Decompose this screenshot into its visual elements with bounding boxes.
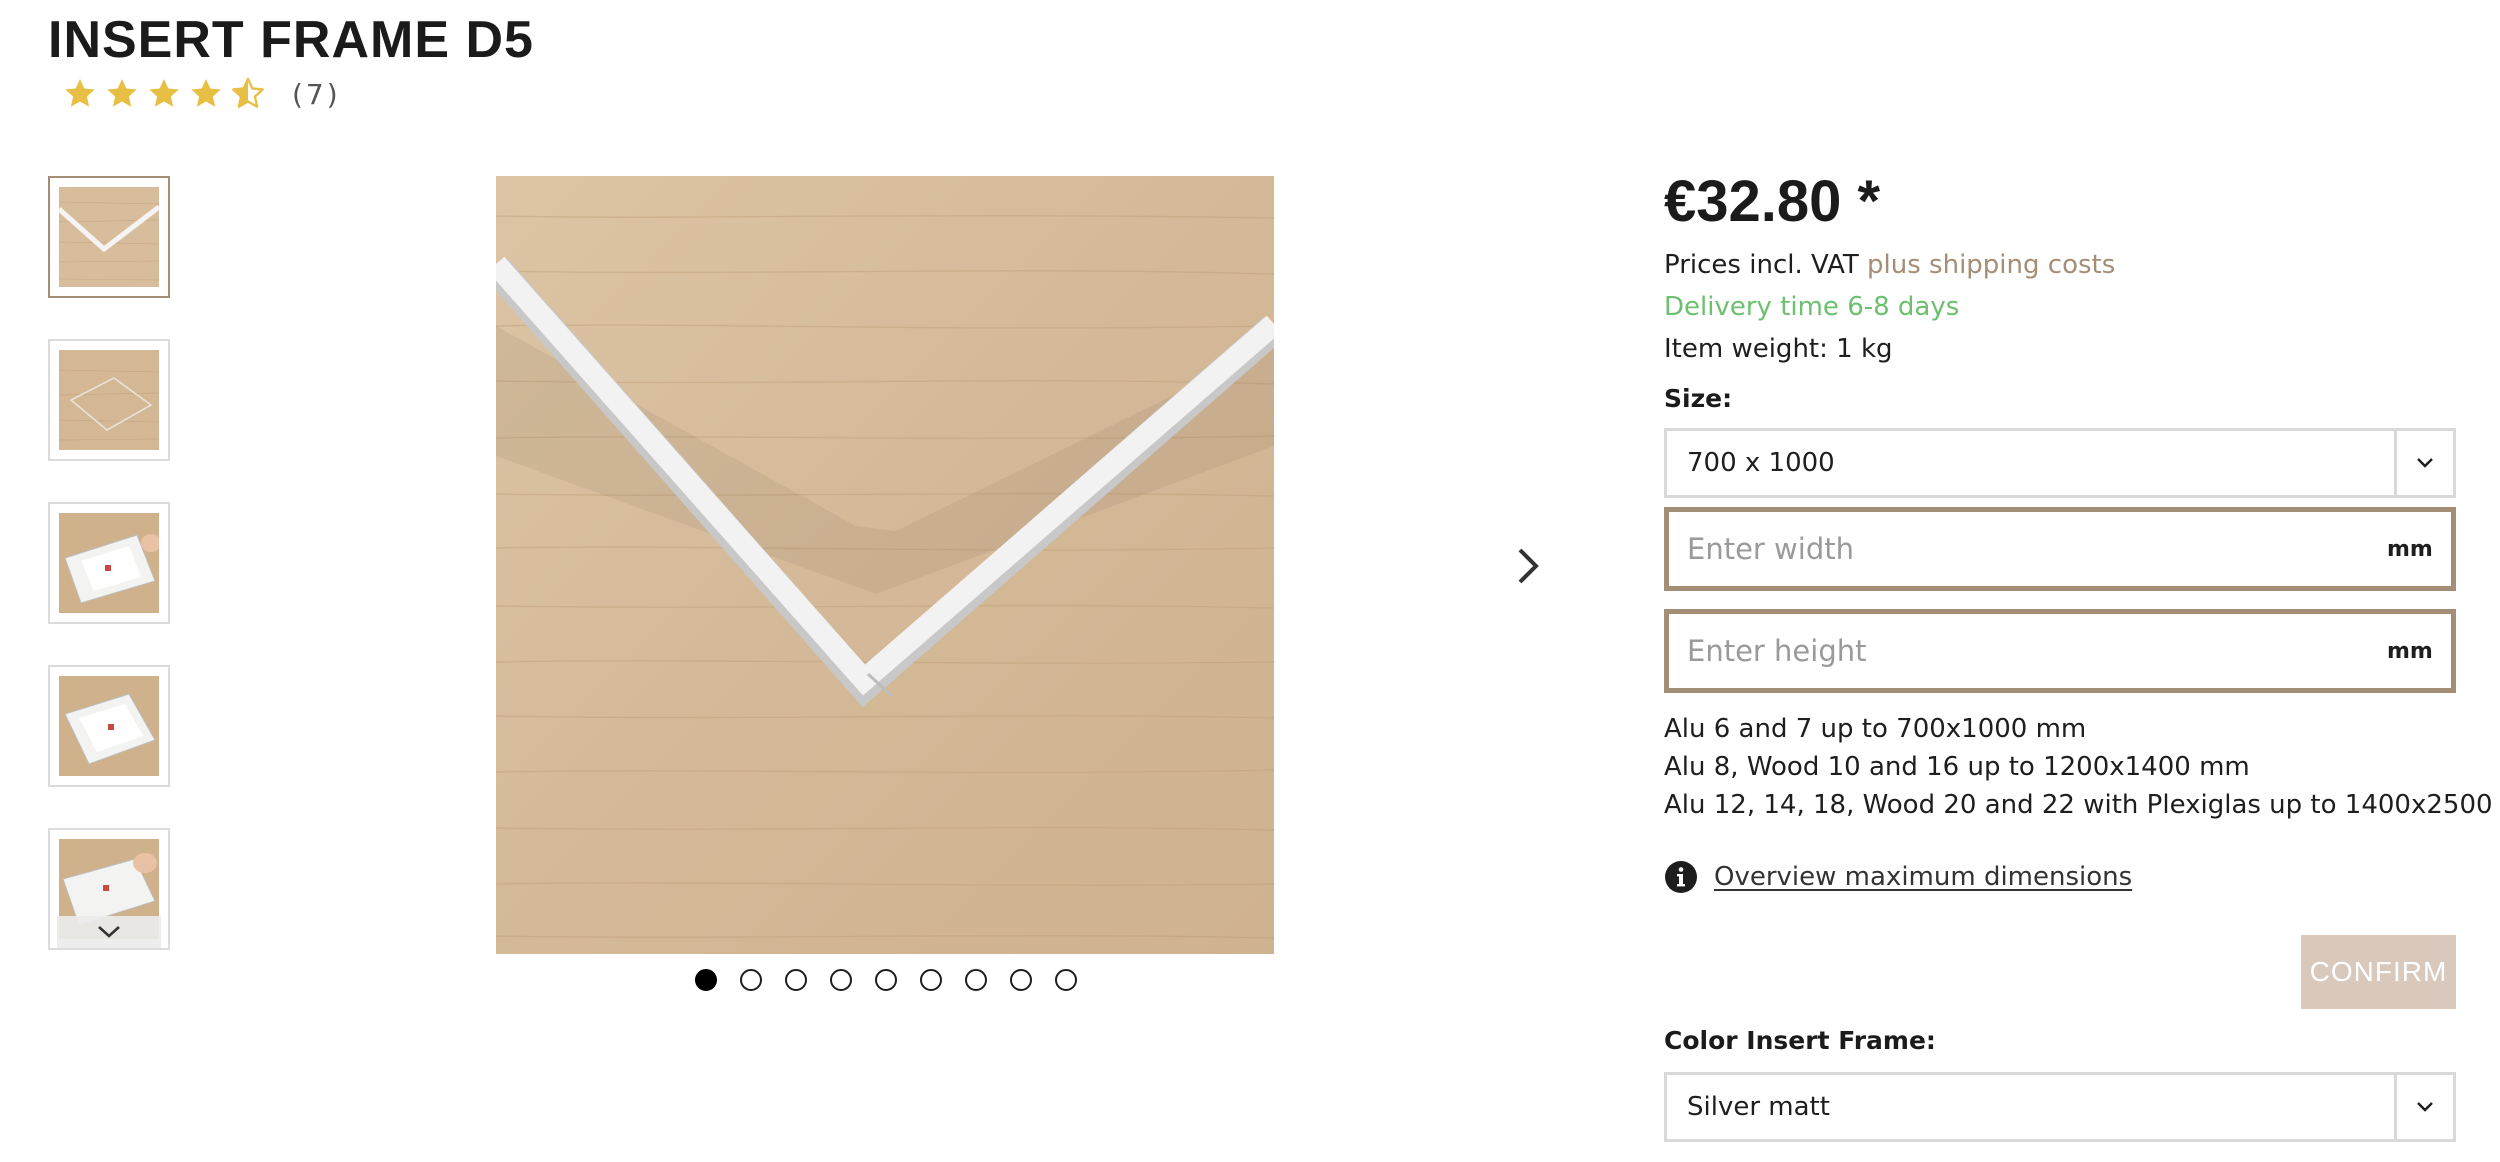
color-select[interactable]: Silver matt: [1664, 1072, 2456, 1142]
size-select-toggle[interactable]: [2394, 431, 2453, 495]
star-icon: [65, 79, 95, 107]
size-label: Size:: [1664, 384, 1733, 413]
width-unit: mm: [2387, 536, 2433, 562]
rating-stars: [62, 76, 266, 112]
thumbnail-2[interactable]: [48, 339, 170, 461]
thumbnail-image-frame-with-picture: [59, 676, 159, 776]
slide-dot[interactable]: [785, 969, 807, 991]
color-label: Color Insert Frame:: [1664, 1026, 1936, 1055]
width-input[interactable]: [1669, 511, 2387, 587]
size-note: Alu 6 and 7 up to 700x1000 mm: [1664, 714, 2087, 744]
height-field: mm: [1664, 609, 2456, 693]
height-unit: mm: [2387, 638, 2433, 664]
slide-dot[interactable]: [875, 969, 897, 991]
thumbnail-image-frame-corner: [59, 187, 159, 287]
chevron-down-icon: [98, 926, 120, 938]
thumbnails-scroll-down-button[interactable]: [57, 916, 161, 948]
slide-dot[interactable]: [695, 969, 717, 991]
color-select-toggle[interactable]: [2394, 1075, 2453, 1139]
thumbnail-3[interactable]: [48, 502, 170, 624]
product-rating[interactable]: (7): [62, 72, 341, 116]
chevron-down-icon: [2417, 1102, 2433, 1112]
review-count[interactable]: (7): [292, 78, 341, 111]
thumbnail-4[interactable]: [48, 665, 170, 787]
confirm-button[interactable]: CONFIRM: [2301, 935, 2456, 1009]
tax-info: Prices incl. VAT plus shipping costs: [1664, 250, 2115, 280]
size-note: Alu 8, Wood 10 and 16 up to 1200x1400 mm: [1664, 752, 2250, 782]
info-icon: [1665, 861, 1697, 893]
slide-dot[interactable]: [1055, 969, 1077, 991]
star-icon: [107, 79, 137, 107]
star-half-icon: [232, 77, 264, 108]
thumbnail-strip: [48, 176, 174, 952]
chevron-right-icon[interactable]: [1508, 540, 1552, 592]
tax-text: Prices incl. VAT: [1664, 250, 1859, 280]
shipping-costs-link[interactable]: plus shipping costs: [1867, 250, 2115, 280]
size-select-value: 700 x 1000: [1687, 448, 1835, 478]
thumbnail-1[interactable]: [48, 176, 170, 298]
main-product-image[interactable]: [496, 176, 1274, 954]
slide-dot[interactable]: [740, 969, 762, 991]
slide-dot[interactable]: [1010, 969, 1032, 991]
thumbnail-image-frame-on-wood: [59, 350, 159, 450]
size-select[interactable]: 700 x 1000: [1664, 428, 2456, 498]
overview-dimensions-row: Overview maximum dimensions: [1664, 860, 2132, 894]
delivery-time: Delivery time 6-8 days: [1664, 292, 1960, 322]
chevron-down-icon: [2417, 458, 2433, 468]
slide-dot[interactable]: [830, 969, 852, 991]
slide-dot[interactable]: [965, 969, 987, 991]
product-title: INSERT FRAME D5: [48, 11, 534, 69]
star-icon: [191, 79, 221, 107]
star-icon: [149, 79, 179, 107]
size-note: Alu 12, 14, 18, Wood 20 and 22 with Plex…: [1664, 790, 2500, 820]
thumbnail-image-hand-holding-frame: [59, 513, 159, 613]
height-input[interactable]: [1669, 613, 2387, 689]
slide-dot[interactable]: [920, 969, 942, 991]
slide-indicator: [695, 969, 1077, 991]
color-select-value: Silver matt: [1687, 1092, 1830, 1122]
item-weight: Item weight: 1 kg: [1664, 334, 1893, 364]
overview-dimensions-link[interactable]: Overview maximum dimensions: [1714, 862, 2132, 892]
width-field: mm: [1664, 507, 2456, 591]
product-price: €32.80 *: [1664, 169, 1881, 234]
